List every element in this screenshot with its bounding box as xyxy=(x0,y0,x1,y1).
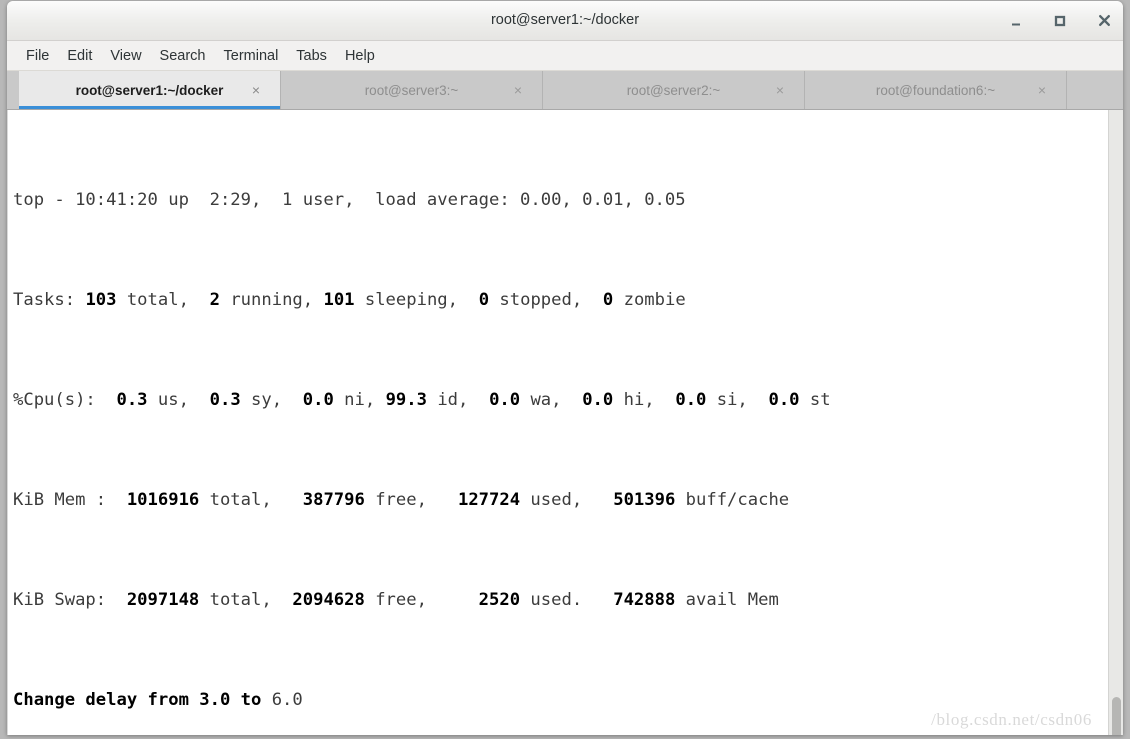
tab-foundation6[interactable]: root@foundation6:~ × xyxy=(805,71,1067,109)
swap-line: KiB Swap: 2097148 total, 2094628 free, 2… xyxy=(13,588,1108,613)
cpu-us-value: 0.3 xyxy=(116,390,148,410)
menu-item-search[interactable]: Search xyxy=(151,45,215,67)
delay-message-prompt: Change delay from 3.0 to xyxy=(13,690,272,710)
tasks-total-value: 103 xyxy=(85,290,117,310)
mem-used-label: used, xyxy=(520,490,614,510)
tasks-stopped-label: stopped, xyxy=(489,290,603,310)
tasks-running-value: 2 xyxy=(209,290,220,310)
menu-item-edit[interactable]: Edit xyxy=(58,45,101,67)
cpu-wa-label: wa, xyxy=(520,390,583,410)
tasks-zombie-label: zombie xyxy=(613,290,686,310)
tasks-sleeping-value: 101 xyxy=(323,290,355,310)
mem-label: KiB Mem : xyxy=(13,490,127,510)
cpu-id-value: 99.3 xyxy=(385,390,427,410)
terminal-screen[interactable]: top - 10:41:20 up 2:29, 1 user, load ave… xyxy=(7,110,1108,735)
tasks-sleeping-label: sleeping, xyxy=(354,290,479,310)
menu-item-file[interactable]: File xyxy=(17,45,58,67)
window-title: root@server1:~/docker xyxy=(490,12,640,28)
swap-free-value: 2094628 xyxy=(292,590,365,610)
tab-close-icon[interactable]: × xyxy=(252,83,260,97)
menu-item-view[interactable]: View xyxy=(101,45,150,67)
cpu-wa-value: 0.0 xyxy=(489,390,521,410)
menu-item-tabs[interactable]: Tabs xyxy=(287,45,336,67)
tasks-total-label: total, xyxy=(116,290,210,310)
swap-label: KiB Swap: xyxy=(13,590,127,610)
window-controls xyxy=(1006,1,1114,40)
close-icon[interactable] xyxy=(1094,11,1114,31)
tab-close-icon[interactable]: × xyxy=(1038,83,1046,97)
mem-free-value: 387796 xyxy=(302,490,365,510)
tab-close-icon[interactable]: × xyxy=(776,83,784,97)
swap-total-value: 2097148 xyxy=(126,590,200,610)
tasks-line: Tasks: 103 total, 2 running, 101 sleepin… xyxy=(13,288,1108,313)
tab-label: root@server2:~ xyxy=(626,82,721,98)
cpu-st-value: 0.0 xyxy=(768,390,800,410)
mem-buff-value: 501396 xyxy=(613,490,676,510)
scrollbar-thumb[interactable] xyxy=(1112,697,1121,735)
cpu-st-label: st xyxy=(799,390,831,410)
tab-server1[interactable]: root@server1:~/docker × xyxy=(19,71,281,109)
swap-used-value: 2520 xyxy=(478,590,521,610)
menu-item-help[interactable]: Help xyxy=(336,45,384,67)
mem-line: KiB Mem : 1016916 total, 387796 free, 12… xyxy=(13,488,1108,513)
swap-avail-value: 742888 xyxy=(613,590,676,610)
swap-avail-label: avail Mem xyxy=(675,590,779,610)
tasks-label: Tasks: xyxy=(13,290,86,310)
mem-total-value: 1016916 xyxy=(126,490,200,510)
mem-buff-label: buff/cache xyxy=(675,490,790,510)
top-uptime-text: top - 10:41:20 up 2:29, 1 user, load ave… xyxy=(13,190,686,210)
swap-total-label: total, xyxy=(199,590,293,610)
tab-label: root@server3:~ xyxy=(364,82,459,98)
mem-free-label: free, xyxy=(364,490,458,510)
cpu-ni-label: ni, xyxy=(333,390,386,410)
menu-item-terminal[interactable]: Terminal xyxy=(215,45,288,67)
cpu-hi-label: hi, xyxy=(613,390,676,410)
screen: root@server1:~/docker File Edit View Sea… xyxy=(0,0,1130,739)
scrollbar[interactable] xyxy=(1108,110,1123,735)
cpu-sy-value: 0.3 xyxy=(209,390,241,410)
tab-close-icon[interactable]: × xyxy=(514,83,522,97)
title-bar: root@server1:~/docker xyxy=(7,1,1123,41)
tasks-stopped-value: 0 xyxy=(478,290,490,310)
mem-used-value: 127724 xyxy=(457,490,521,510)
maximize-icon[interactable] xyxy=(1050,11,1070,31)
top-header-line: top - 10:41:20 up 2:29, 1 user, load ave… xyxy=(13,188,1108,213)
tab-server2[interactable]: root@server2:~ × xyxy=(543,71,805,109)
terminal-text: top - 10:41:20 up 2:29, 1 user, load ave… xyxy=(13,110,1108,735)
cpu-line: %Cpu(s): 0.3 us, 0.3 sy, 0.0 ni, 99.3 id… xyxy=(13,388,1108,413)
cpu-si-label: si, xyxy=(706,390,769,410)
delay-message-value[interactable]: 6.0 xyxy=(272,690,303,710)
minimize-icon[interactable] xyxy=(1006,11,1026,31)
cpu-label: %Cpu(s): xyxy=(13,390,117,410)
cpu-si-value: 0.0 xyxy=(675,390,707,410)
cpu-ni-value: 0.0 xyxy=(302,390,334,410)
cpu-hi-value: 0.0 xyxy=(582,390,614,410)
mem-total-label: total, xyxy=(199,490,303,510)
terminal-window: root@server1:~/docker File Edit View Sea… xyxy=(7,1,1123,735)
tasks-zombie-value: 0 xyxy=(602,290,614,310)
cpu-id-label: id, xyxy=(426,390,490,410)
swap-used-label: used. xyxy=(520,590,614,610)
tasks-running-label: running, xyxy=(219,290,324,310)
cpu-sy-label: sy, xyxy=(240,390,303,410)
swap-free-label: free, xyxy=(364,590,479,610)
tab-label: root@foundation6:~ xyxy=(875,82,996,98)
terminal-area: top - 10:41:20 up 2:29, 1 user, load ave… xyxy=(7,110,1123,735)
menu-bar: File Edit View Search Terminal Tabs Help xyxy=(7,41,1123,71)
tab-server3[interactable]: root@server3:~ × xyxy=(281,71,543,109)
delay-message-line: Change delay from 3.0 to 6.0 xyxy=(13,688,1108,713)
tab-bar: root@server1:~/docker × root@server3:~ ×… xyxy=(7,71,1123,110)
cpu-us-label: us, xyxy=(147,390,210,410)
tab-label: root@server1:~/docker xyxy=(75,82,224,98)
